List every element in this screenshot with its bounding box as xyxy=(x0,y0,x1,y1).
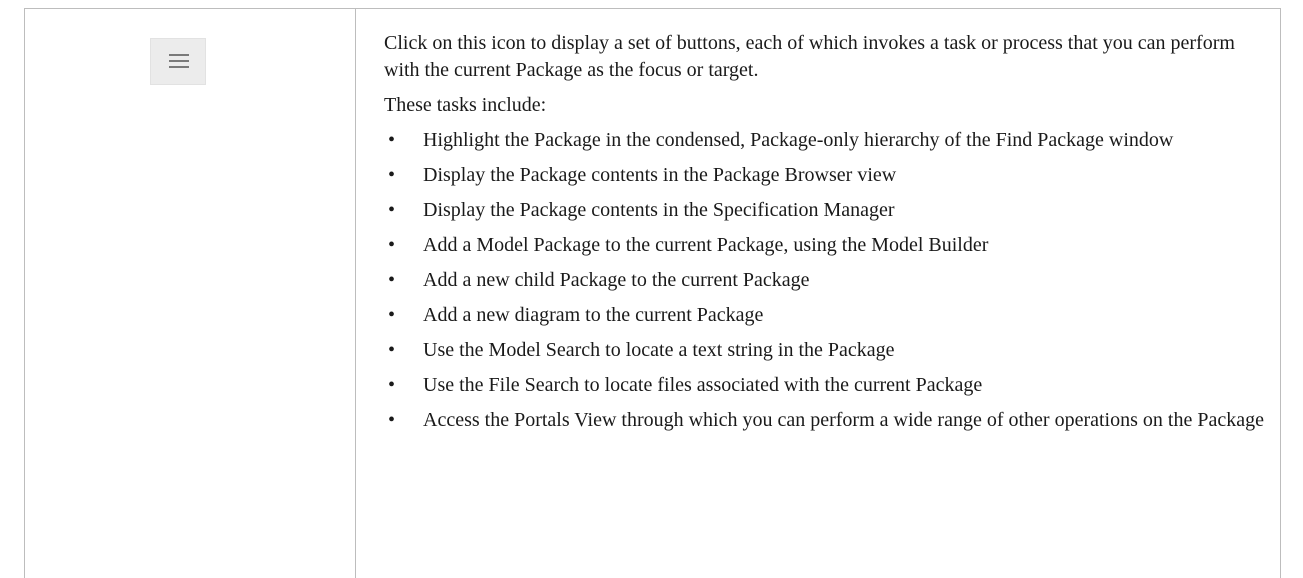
bullet-icon: • xyxy=(388,234,396,256)
bullet-icon: • xyxy=(388,304,396,326)
task-text: Display the Package contents in the Pack… xyxy=(423,164,897,186)
task-list-item: • Highlight the Package in the condensed,… xyxy=(384,127,1264,154)
description-cell: Click on this icon to display a set of b… xyxy=(384,30,1264,442)
bullet-icon: • xyxy=(388,269,396,291)
hamburger-menu-icon xyxy=(169,54,189,68)
bullet-icon: • xyxy=(388,374,396,396)
task-list-item: • Use the Model Search to locate a text s… xyxy=(384,337,1264,364)
task-text: Highlight the Package in the condensed, … xyxy=(423,129,1174,151)
task-text: Use the Model Search to locate a text st… xyxy=(423,339,895,361)
task-list: • Highlight the Package in the condensed,… xyxy=(384,127,1264,434)
task-list-item: • Add a new diagram to the current Packag… xyxy=(384,302,1264,329)
hamburger-menu-button[interactable] xyxy=(150,38,206,85)
bullet-icon: • xyxy=(388,339,396,361)
column-divider xyxy=(355,8,356,578)
bullet-icon: • xyxy=(388,164,396,186)
task-list-item: • Use the File Search to locate files ass… xyxy=(384,372,1264,399)
task-text: Add a new diagram to the current Package xyxy=(423,304,764,326)
intro-text: Click on this icon to display a set of b… xyxy=(384,32,1235,81)
task-text: Add a new child Package to the current P… xyxy=(423,269,810,291)
bullet-icon: • xyxy=(388,409,396,431)
task-list-item: • Access the Portals View through which y… xyxy=(384,407,1264,434)
task-text: Use the File Search to locate files asso… xyxy=(423,374,983,396)
bullet-icon: • xyxy=(388,199,396,221)
task-list-item: • Display the Package contents in the Spe… xyxy=(384,197,1264,224)
task-list-item: • Add a new child Package to the current … xyxy=(384,267,1264,294)
task-text: Add a Model Package to the current Packa… xyxy=(423,234,989,256)
task-text: Access the Portals View through which yo… xyxy=(423,409,1264,431)
bullet-icon: • xyxy=(388,129,396,151)
task-list-item: • Add a Model Package to the current Pack… xyxy=(384,232,1264,259)
task-list-item: • Display the Package contents in the Pac… xyxy=(384,162,1264,189)
task-text: Display the Package contents in the Spec… xyxy=(423,199,895,221)
tasks-heading: These tasks include: xyxy=(384,94,547,116)
